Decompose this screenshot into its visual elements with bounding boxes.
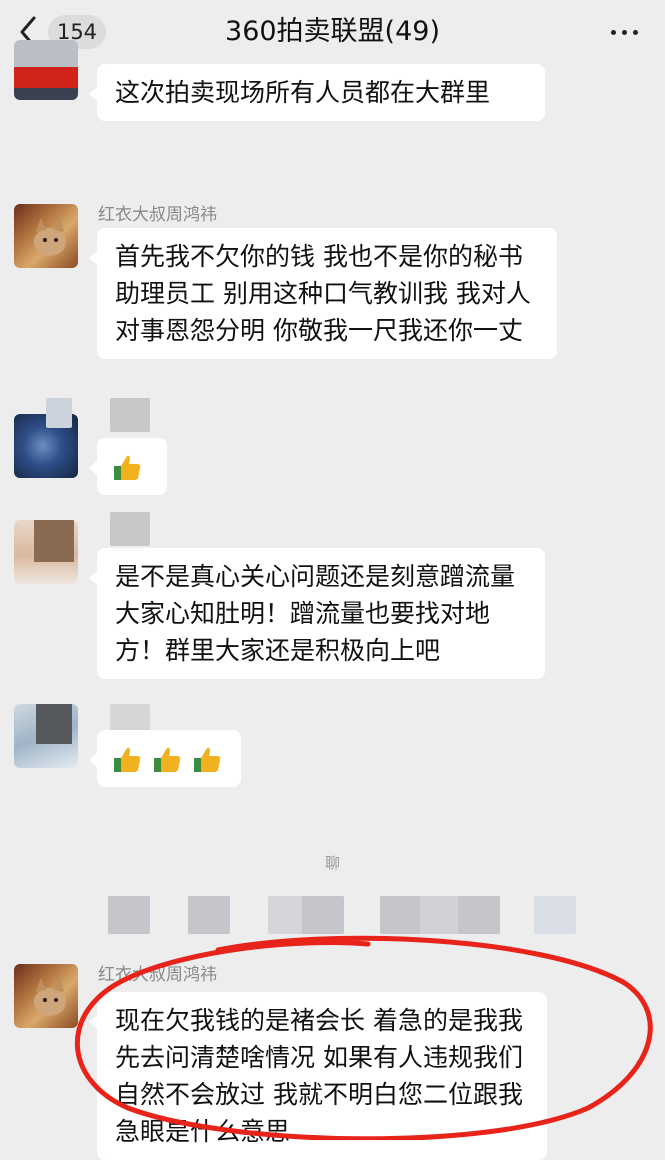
blurred-item bbox=[420, 896, 462, 934]
thumbs-up-icon bbox=[111, 452, 143, 484]
avatar[interactable] bbox=[14, 964, 78, 1028]
chat-header: 154 360拍卖联盟(49) bbox=[0, 0, 665, 64]
blurred-item bbox=[302, 896, 344, 934]
sender-name bbox=[46, 398, 72, 428]
blurred-item bbox=[380, 896, 422, 934]
thumbs-up-icon bbox=[191, 744, 223, 776]
message-bubble bbox=[89, 730, 241, 787]
sender-name: 红衣大叔周鸿祎 bbox=[98, 205, 217, 225]
message-bubble bbox=[89, 438, 167, 495]
sender-name: 红衣大叔周鸿祎 bbox=[98, 965, 217, 985]
blurred-item bbox=[458, 896, 500, 934]
system-divider: 聊 bbox=[324, 854, 340, 872]
sender-name bbox=[110, 398, 150, 432]
avatar[interactable] bbox=[14, 704, 78, 768]
thumbs-up-icon bbox=[151, 744, 183, 776]
message-bubble: 是不是真心关心问题还是刻意蹭流量大家心知肚明！蹭流量也要找对地方！群里大家还是积… bbox=[89, 548, 545, 679]
blurred-item bbox=[534, 896, 576, 934]
avatar[interactable] bbox=[14, 40, 78, 100]
message-bubble: 这次拍卖现场所有人员都在大群里 bbox=[89, 64, 545, 121]
chat-title: 360拍卖联盟(49) bbox=[225, 16, 440, 47]
message-bubble: 首先我不欠你的钱 我也不是你的秘书助理员工 别用这种口气教训我 我对人对事恩怨分… bbox=[89, 228, 557, 359]
thumbs-up-icon bbox=[111, 744, 143, 776]
sender-name bbox=[110, 512, 150, 546]
more-options-icon[interactable] bbox=[609, 22, 641, 42]
avatar[interactable] bbox=[14, 204, 78, 268]
blurred-item bbox=[188, 896, 230, 934]
avatar[interactable] bbox=[14, 520, 78, 584]
message-bubble: 现在欠我钱的是褚会长 着急的是我我先去问清楚啥情况 如果有人违规我们自然不会放过… bbox=[89, 992, 547, 1160]
blurred-item bbox=[108, 896, 150, 934]
